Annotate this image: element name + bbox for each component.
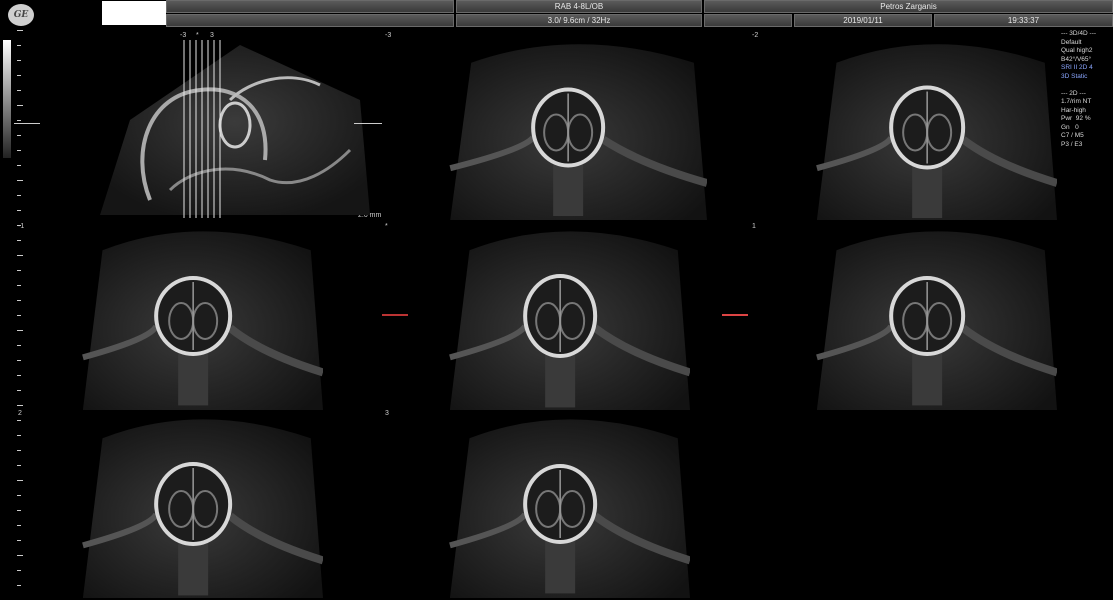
ruler-tick	[17, 450, 21, 451]
info-gain: Gn 0	[1061, 123, 1079, 131]
ruler-tick	[17, 345, 21, 346]
ruler-tick	[17, 180, 23, 181]
info-harmonic: Har-high	[1061, 106, 1086, 114]
ruler-tick	[17, 75, 21, 76]
info-mode: 3D Static	[1061, 72, 1088, 80]
axial-slice-image[interactable]	[445, 35, 707, 220]
ruler-tick	[17, 570, 21, 571]
ref-mark-star: *	[196, 32, 199, 39]
ruler-tick	[17, 195, 21, 196]
exam-time: 19:33:37	[934, 14, 1113, 27]
probe-label: RAB 4-8L/OB	[456, 0, 702, 13]
info-cm: C7 / M5	[1061, 132, 1084, 139]
ruler-tick	[17, 585, 21, 586]
ref-tick-right	[354, 123, 382, 124]
reference-line-right	[722, 314, 748, 316]
exam-date: 2019/01/11	[794, 14, 932, 27]
depth-marker	[14, 123, 40, 124]
ruler-tick	[17, 165, 21, 166]
axial-slice-image[interactable]	[78, 410, 323, 598]
info-frequency: 1.7/rim NT	[1061, 98, 1092, 105]
ruler-tick	[17, 495, 21, 496]
info-power: Pwr 92 %	[1061, 115, 1091, 122]
ruler-tick	[17, 255, 23, 256]
info-preset: Default	[1061, 38, 1082, 46]
panel-index-ref: -3	[385, 32, 392, 39]
ruler-tick	[17, 270, 21, 271]
panel-index-neg1: -1	[18, 223, 25, 230]
ruler-tick	[17, 120, 21, 121]
panel-index-1: 1	[752, 223, 756, 230]
axial-slice-image[interactable]	[812, 222, 1057, 410]
header-bar-left-2	[166, 14, 454, 27]
ruler-tick	[17, 315, 21, 316]
panel-index-star: *	[385, 223, 388, 230]
depth-frequency: 3.0/ 9.6cm / 32Hz	[456, 14, 702, 27]
ruler-tick	[17, 510, 21, 511]
panel-index-neg2: 2	[18, 410, 22, 417]
info-angles: B42°/V65°	[1061, 55, 1092, 63]
info-2d-header: --- 2D ---	[1061, 89, 1086, 97]
patient-name: Petros Zarganis	[704, 0, 1113, 13]
ref-mark-3: 3	[210, 32, 214, 39]
ruler-tick	[17, 45, 21, 46]
header-blank	[704, 14, 792, 27]
ruler-tick	[17, 540, 21, 541]
ruler-tick	[17, 30, 23, 31]
depth-ruler	[17, 30, 23, 590]
ruler-tick	[17, 465, 21, 466]
ge-logo-icon: GE	[8, 4, 34, 26]
axial-slice-image[interactable]	[812, 35, 1057, 220]
ruler-tick	[17, 240, 21, 241]
info-3d-header: --- 3D/4D ---	[1061, 30, 1097, 37]
settings-info-panel: --- 3D/4D --- Default Qual high2 B42°/V6…	[1061, 30, 1096, 149]
axial-slice-image[interactable]	[445, 410, 690, 598]
ruler-tick	[17, 330, 23, 331]
ruler-tick	[17, 210, 21, 211]
ruler-tick	[17, 480, 23, 481]
ruler-tick	[17, 135, 21, 136]
reference-line-left	[382, 314, 408, 316]
ruler-tick	[17, 375, 21, 376]
ruler-tick	[17, 105, 23, 106]
info-quality: Qual high2	[1061, 47, 1093, 54]
panel-index-3: 3	[385, 410, 389, 417]
axial-slice-image[interactable]	[445, 222, 690, 410]
ruler-tick	[17, 90, 21, 91]
info-sri: SRI II 2D 4	[1061, 64, 1093, 71]
axial-slice-image[interactable]	[78, 222, 323, 410]
sagittal-reference-image[interactable]	[90, 40, 380, 218]
patient-id-redaction	[102, 1, 166, 25]
ruler-tick	[17, 525, 21, 526]
ruler-tick	[17, 390, 21, 391]
grayscale-bar	[3, 40, 11, 158]
ref-mark-neg3: -3	[180, 32, 187, 39]
ruler-tick	[17, 420, 21, 421]
panel-index-2: -2	[752, 32, 759, 39]
ruler-tick	[17, 435, 21, 436]
ruler-tick	[17, 150, 21, 151]
info-pe: P3 / E3	[1061, 140, 1083, 148]
ruler-tick	[17, 360, 21, 361]
ruler-tick	[17, 405, 23, 406]
ruler-tick	[17, 555, 23, 556]
ruler-tick	[17, 300, 21, 301]
ruler-tick	[17, 285, 21, 286]
header-bar-left	[166, 0, 454, 13]
ruler-tick	[17, 60, 21, 61]
